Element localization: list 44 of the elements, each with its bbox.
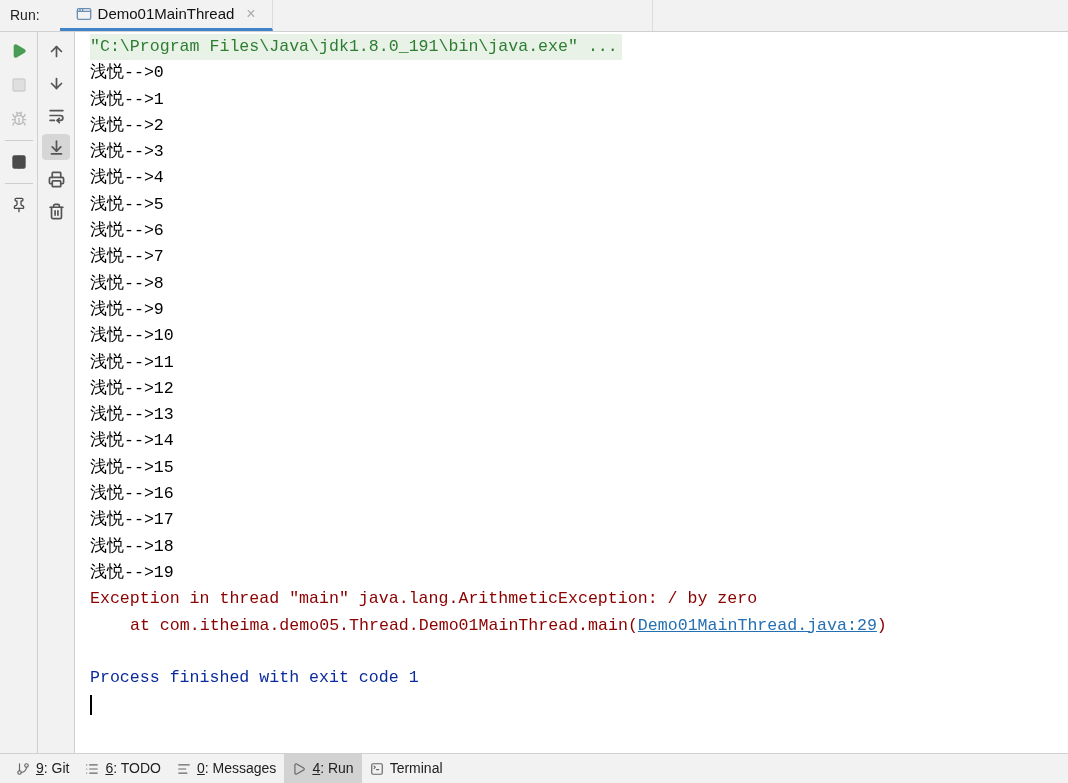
console-icon [75, 6, 92, 22]
output-line: 浅悦-->5 [90, 194, 164, 214]
tool-window-button[interactable]: 4: Run [284, 754, 362, 783]
output-line: 浅悦-->18 [90, 536, 174, 556]
output-line: 浅悦-->9 [90, 299, 164, 319]
output-line: 浅悦-->14 [90, 431, 174, 451]
stack-trace-line: at com.itheima.demo05.Thread.Demo01MainThread.main(Demo01MainThread.java:29) [130, 615, 887, 635]
tool-window-button[interactable]: 0: Messages [169, 754, 285, 783]
run-label: Run: [9, 6, 41, 25]
print-icon [47, 170, 65, 188]
git-icon [16, 761, 30, 776]
output-line: 浅悦-->6 [90, 221, 164, 241]
output-line: 浅悦-->15 [90, 457, 174, 477]
run-icon [292, 761, 307, 776]
output-line: 浅悦-->12 [90, 378, 174, 398]
output-line: 浅悦-->10 [90, 326, 174, 346]
tab-title: Demo01MainThread [97, 3, 235, 24]
terminal-icon [369, 761, 384, 776]
scroll-to-end-button[interactable] [42, 134, 70, 160]
output-line: 浅悦-->4 [90, 168, 164, 188]
output-line: 浅悦-->13 [90, 405, 174, 425]
debug-icon [10, 111, 27, 127]
list-icon [85, 761, 100, 776]
run-tab[interactable]: Demo01MainThread × [59, 0, 273, 31]
output-line: 浅悦-->0 [90, 63, 164, 83]
tool-window-button[interactable]: 9: Git [8, 754, 78, 783]
error-line: Exception in thread "main" java.lang.ArithmeticException: / by zero [90, 589, 758, 609]
messages-icon [177, 761, 191, 776]
output-line: 浅悦-->7 [90, 247, 164, 267]
output-line: 浅悦-->16 [90, 484, 174, 504]
tool-window-button[interactable]: 6: TODO [77, 754, 169, 783]
trash-icon [47, 202, 65, 220]
stop-icon [10, 77, 27, 93]
output-line: 浅悦-->2 [90, 115, 164, 135]
source-link[interactable]: Demo01MainThread.java:29 [637, 615, 877, 635]
output-line: 浅悦-->8 [90, 273, 164, 293]
output-line: 浅悦-->19 [90, 562, 174, 582]
output-line: 浅悦-->3 [90, 142, 164, 162]
output-line: 浅悦-->17 [90, 510, 174, 530]
exit-message: Process finished with exit code 1 [90, 668, 419, 688]
text-cursor [90, 694, 92, 715]
output-line: 浅悦-->1 [90, 89, 164, 109]
output-line: 浅悦-->11 [90, 352, 174, 372]
tool-window-button[interactable]: Terminal [361, 754, 451, 783]
